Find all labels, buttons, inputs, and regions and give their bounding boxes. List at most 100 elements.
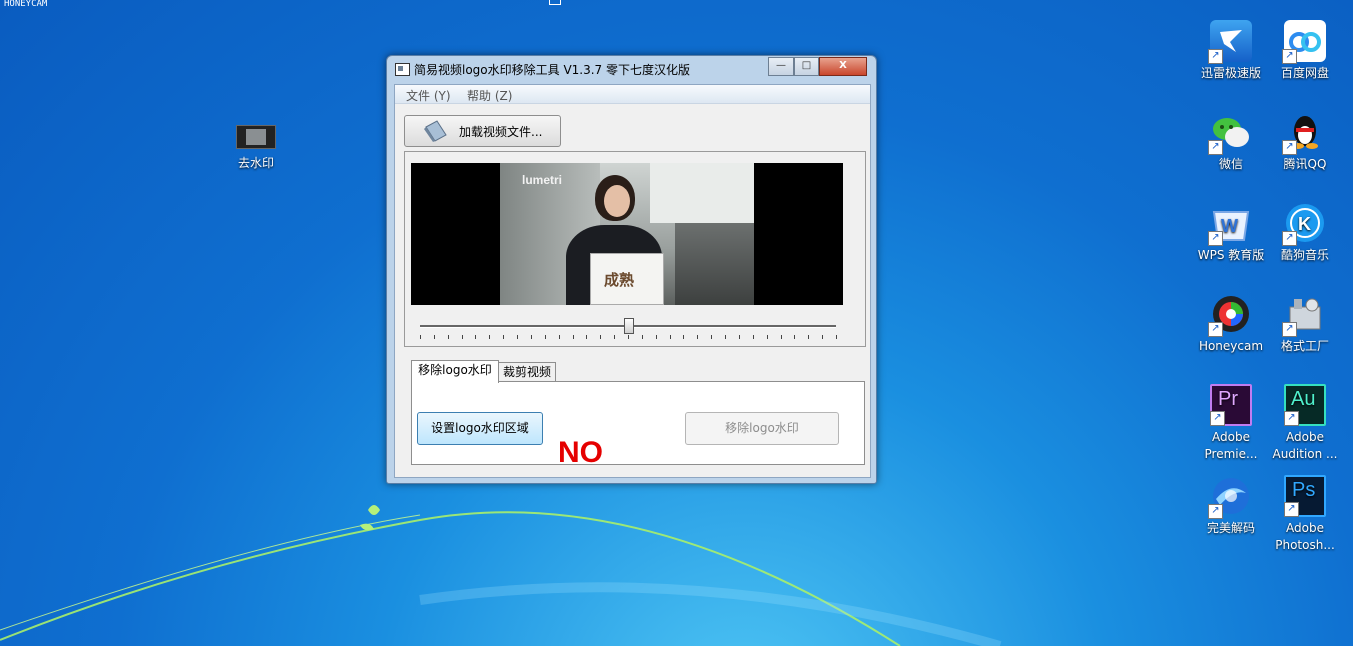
desktop-icon-label: 微信 — [1218, 157, 1243, 171]
minimize-button[interactable]: — — [768, 57, 794, 76]
desktop-icon-label: 完美解码 — [1206, 521, 1255, 535]
slider-tick — [656, 335, 657, 339]
shortcut-arrow-icon: ↗ — [1208, 231, 1223, 246]
slider-tick — [475, 335, 476, 339]
desktop-icon-label: WPS 教育版 — [1197, 248, 1265, 262]
svg-text:K: K — [1298, 214, 1311, 234]
slider-tick — [448, 335, 449, 339]
desktop-icon-premiere[interactable]: Pr ↗ Adobe Premie... — [1195, 384, 1267, 463]
shortcut-arrow-icon: ↗ — [1208, 322, 1223, 337]
desktop-icon-baidu-netdisk[interactable]: ↗ 百度网盘 — [1269, 20, 1341, 82]
title-bar[interactable]: 简易视频logo水印移除工具 V1.3.7 零下七度汉化版 — □ X — [387, 56, 876, 81]
desktop-icon-label: 百度网盘 — [1280, 66, 1329, 80]
desktop-icon-remove-watermark[interactable]: 去水印 — [220, 125, 292, 172]
slider-tick — [573, 335, 574, 339]
window-client-area: 文件 (Y) 帮助 (Z) 加载视频文件... 成熟 lumetri 移除log… — [394, 84, 871, 478]
kugou-icon: K ↗ — [1282, 202, 1326, 246]
slider-tick — [767, 335, 768, 339]
shortcut-arrow-icon: ↗ — [1210, 411, 1225, 426]
slider-tick — [462, 335, 463, 339]
remove-logo-button[interactable]: 移除logo水印 — [685, 412, 839, 445]
potplayer-icon: ↗ — [1208, 475, 1252, 519]
svg-text:W: W — [1221, 216, 1238, 236]
set-logo-area-button[interactable]: 设置logo水印区域 — [417, 412, 543, 445]
wechat-icon: ↗ — [1208, 111, 1252, 155]
desktop-icon-label: 酷狗音乐 — [1280, 248, 1329, 262]
slider-tick — [781, 335, 782, 339]
wps-icon: W ↗ — [1208, 202, 1252, 246]
slider-tick — [614, 335, 615, 339]
shortcut-arrow-icon: ↗ — [1282, 231, 1297, 246]
desktop-icon-thunder[interactable]: ↗ 迅雷极速版 — [1195, 20, 1267, 82]
watermark-logo-text: lumetri — [522, 173, 563, 187]
load-video-button[interactable]: 加载视频文件... — [404, 115, 561, 147]
desktop-icon-format-factory[interactable]: ↗ 格式工厂 — [1269, 293, 1341, 355]
seek-slider-thumb[interactable] — [624, 318, 634, 334]
desktop-icon-honeycam[interactable]: ↗ Honeycam — [1195, 293, 1267, 355]
maximize-button[interactable]: □ — [794, 57, 819, 76]
photoshop-glyph: Ps — [1292, 479, 1316, 501]
slider-tick — [711, 335, 712, 339]
desktop-icon-label: Adobe Audition ... — [1272, 430, 1338, 461]
desktop-icon-photoshop[interactable]: Ps ↗ Adobe Photosh... — [1269, 475, 1341, 554]
screen-marker — [549, 0, 561, 5]
video-frame-image: 成熟 lumetri — [500, 163, 754, 305]
shortcut-arrow-icon: ↗ — [1282, 322, 1297, 337]
desktop-icon-wps[interactable]: W ↗ WPS 教育版 — [1195, 202, 1267, 264]
desktop-icon-wechat[interactable]: ↗ 微信 — [1195, 111, 1267, 173]
slider-tick — [753, 335, 754, 339]
video-thumbnail-icon — [236, 125, 276, 149]
menu-bar: 文件 (Y) 帮助 (Z) — [395, 85, 870, 104]
desktop-icon-kugou[interactable]: K ↗ 酷狗音乐 — [1269, 202, 1341, 264]
slider-tick — [600, 335, 601, 339]
shortcut-arrow-icon: ↗ — [1208, 504, 1223, 519]
audition-icon: Au ↗ — [1284, 384, 1326, 426]
thunder-icon: ↗ — [1208, 20, 1252, 64]
app-window[interactable]: 简易视频logo水印移除工具 V1.3.7 零下七度汉化版 — □ X 文件 (… — [386, 55, 877, 484]
honeycam-watermark: HONEYCAM — [4, 0, 48, 9]
load-file-icon — [424, 120, 447, 142]
slider-tick — [822, 335, 823, 339]
desktop-icon-label: 迅雷极速版 — [1200, 66, 1261, 80]
desktop-icon-label: 格式工厂 — [1280, 339, 1329, 353]
slider-tick — [836, 335, 837, 339]
desktop-icon-label: Adobe Premie... — [1204, 430, 1258, 461]
desktop-icon-label: 腾讯QQ — [1283, 157, 1327, 171]
slider-tick — [420, 335, 421, 339]
menu-file[interactable]: 文件 (Y) — [406, 87, 451, 104]
slider-tick — [697, 335, 698, 339]
app-icon — [395, 63, 410, 76]
slider-tick — [545, 335, 546, 339]
tab-crop-video[interactable]: 裁剪视频 — [498, 362, 556, 383]
slider-tick — [642, 335, 643, 339]
load-video-label: 加载视频文件... — [459, 125, 543, 139]
tab-remove-logo[interactable]: 移除logo水印 — [411, 360, 499, 383]
slider-tick — [670, 335, 671, 339]
shortcut-arrow-icon: ↗ — [1282, 140, 1297, 155]
audition-glyph: Au — [1291, 388, 1316, 410]
video-sign-text: 成熟 — [604, 271, 635, 289]
qq-penguin-icon: ↗ — [1282, 111, 1326, 155]
photoshop-icon: Ps ↗ — [1284, 475, 1326, 517]
slider-tick — [434, 335, 435, 339]
desktop-icon-qq[interactable]: ↗ 腾讯QQ — [1269, 111, 1341, 173]
desktop-icon-label: Honeycam — [1198, 339, 1264, 353]
shortcut-arrow-icon: ↗ — [1284, 502, 1299, 517]
honeycam-icon: ↗ — [1208, 293, 1252, 337]
desktop-icon-label: Adobe Photosh... — [1275, 521, 1335, 552]
shortcut-arrow-icon: ↗ — [1282, 49, 1297, 64]
slider-tick — [517, 335, 518, 339]
premiere-glyph: Pr — [1218, 388, 1238, 410]
premiere-icon: Pr ↗ — [1210, 384, 1252, 426]
close-button[interactable]: X — [819, 57, 867, 76]
desktop-icon-label: 去水印 — [237, 156, 274, 170]
shortcut-arrow-icon: ↗ — [1208, 140, 1223, 155]
menu-help[interactable]: 帮助 (Z) — [467, 87, 512, 104]
slider-tick — [725, 335, 726, 339]
desktop-icon-audition[interactable]: Au ↗ Adobe Audition ... — [1269, 384, 1341, 463]
baidu-netdisk-icon: ↗ — [1282, 20, 1326, 64]
slider-tick — [808, 335, 809, 339]
slider-tick — [794, 335, 795, 339]
shortcut-arrow-icon: ↗ — [1208, 49, 1223, 64]
desktop-icon-potplayer[interactable]: ↗ 完美解码 — [1195, 475, 1267, 537]
